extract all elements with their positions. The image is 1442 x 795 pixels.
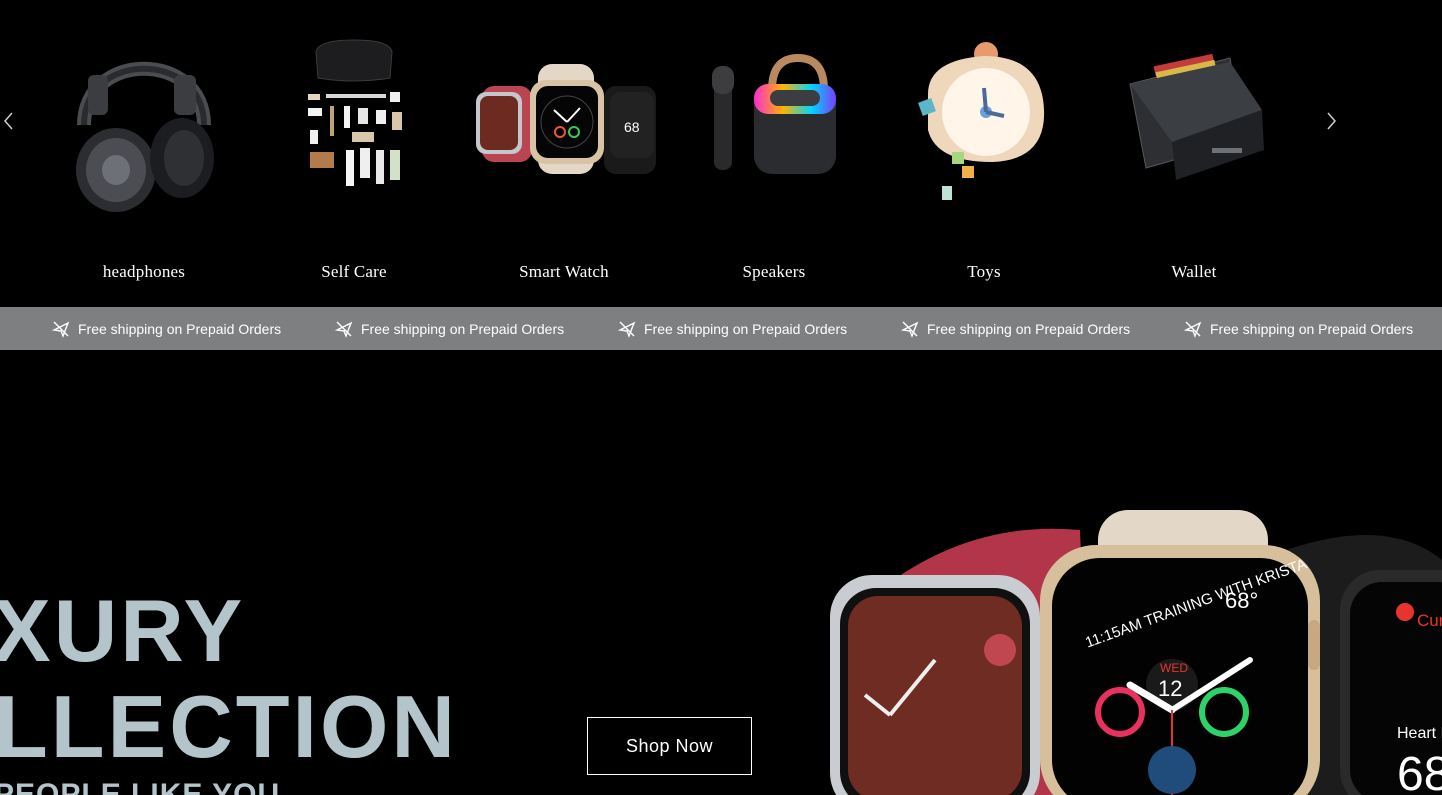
shop-now-button[interactable]: Shop Now — [587, 717, 752, 775]
side-watch-label: Heart Ra — [1397, 725, 1442, 742]
watch-day: WED — [1160, 661, 1188, 675]
announcement-item: Free shipping on Prepaid Orders — [618, 307, 847, 350]
category-carousel: headphones Self Care 68 Smart Watch Spea… — [0, 0, 1442, 307]
announcement-item: Free shipping on Prepaid Orders — [1184, 307, 1413, 350]
category-label: Speakers — [742, 262, 806, 281]
announcement-text: Free shipping on Prepaid Orders — [361, 320, 565, 337]
announcement-text: Free shipping on Prepaid Orders — [927, 320, 1131, 337]
hero-heading-line-1: XURY — [0, 581, 246, 680]
hero-smart-watch-image: Curr Heart Ra 68 11:15AM TRAINING WITH K… — [830, 510, 1442, 795]
svg-text:68: 68 — [624, 119, 640, 135]
chevron-left-icon — [4, 112, 13, 130]
headphones-image — [76, 61, 214, 212]
no-shipping-plane-icon — [901, 321, 919, 338]
toy-clock-image — [918, 42, 1045, 200]
side-watch-badge: Curr — [1417, 611, 1442, 630]
speaker-image — [712, 53, 836, 174]
category-smart-watch[interactable]: 68 Smart Watch — [464, 20, 664, 290]
announcement-text: Free shipping on Prepaid Orders — [644, 320, 848, 337]
category-label: Smart Watch — [519, 262, 609, 281]
no-shipping-plane-icon — [335, 321, 353, 338]
announcement-text: Free shipping on Prepaid Orders — [78, 320, 282, 337]
announcement-text: Free shipping on Prepaid Orders — [1210, 320, 1414, 337]
watch-date: 12 — [1158, 676, 1182, 701]
smart-watch-image: 68 — [476, 64, 656, 174]
announcement-item: Free shipping on Prepaid Orders — [52, 307, 281, 350]
hero-banner: XURY LLECTION PEOPLE LIKE YOU Shop Now C… — [0, 350, 1442, 795]
watch-temperature: 68° — [1225, 588, 1258, 613]
carousel-prev-button[interactable] — [0, 108, 22, 134]
announcement-bar: Free shipping on Prepaid Orders Free shi… — [0, 307, 1442, 350]
category-toys[interactable]: Toys — [884, 20, 1084, 290]
announcement-item: Free shipping on Prepaid Orders — [901, 307, 1130, 350]
no-shipping-plane-icon — [52, 321, 70, 338]
chevron-right-icon — [1327, 112, 1336, 130]
no-shipping-plane-icon — [1184, 321, 1202, 338]
hero-subheading: PEOPLE LIKE YOU — [0, 778, 281, 795]
category-self-care[interactable]: Self Care — [254, 20, 454, 290]
no-shipping-plane-icon — [618, 321, 636, 338]
wallet-image — [1129, 53, 1264, 180]
category-label: Self Care — [321, 262, 387, 281]
carousel-next-button[interactable] — [1318, 108, 1344, 134]
category-label: Toys — [967, 262, 1001, 281]
category-headphones[interactable]: headphones — [44, 20, 244, 290]
announcement-item: Free shipping on Prepaid Orders — [335, 307, 564, 350]
side-watch-value: 68 — [1397, 748, 1442, 795]
self-care-kit-image — [308, 39, 402, 186]
category-label: Wallet — [1171, 262, 1217, 281]
hero-heading-line-2: LLECTION — [0, 677, 458, 776]
category-wallet[interactable]: Wallet — [1094, 20, 1294, 290]
category-speakers[interactable]: Speakers — [674, 20, 874, 290]
category-label: headphones — [102, 262, 186, 281]
